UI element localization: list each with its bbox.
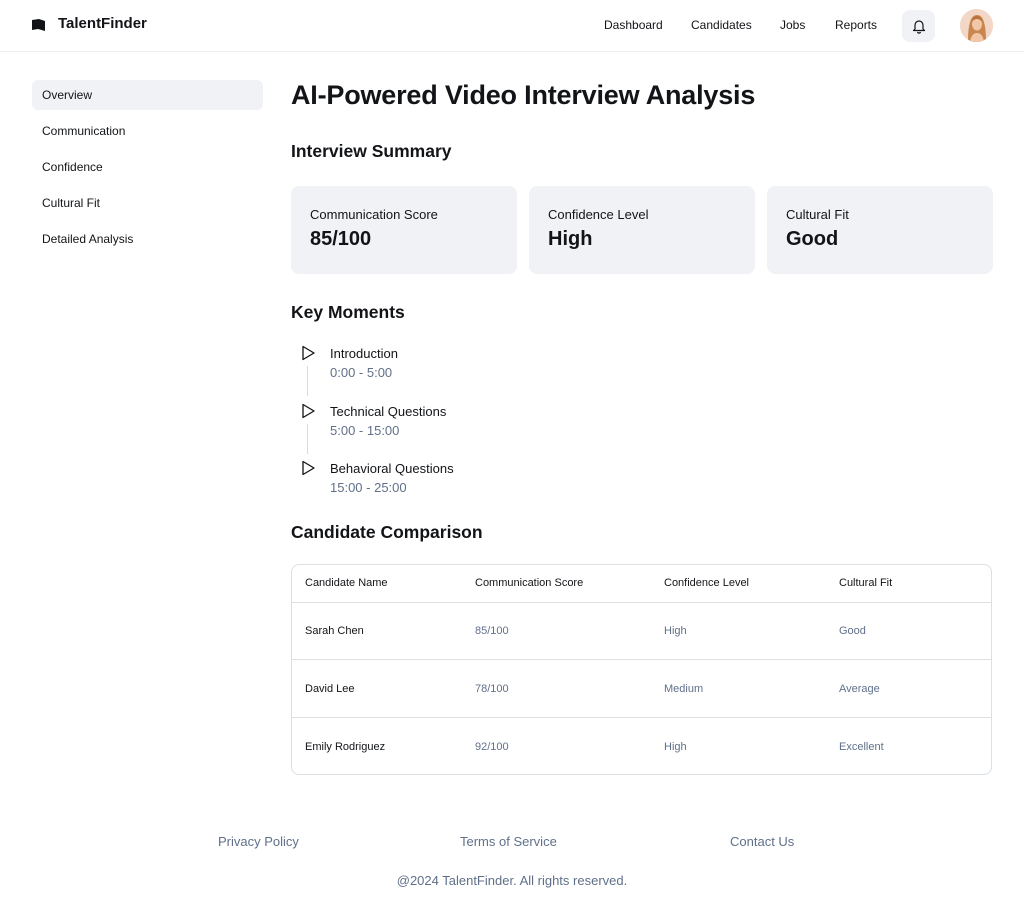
card-value: High	[548, 228, 593, 250]
moment-title[interactable]: Introduction	[330, 346, 398, 361]
avatar-image	[960, 9, 993, 42]
copyright-text: @2024 TalentFinder. All rights reserved.	[396, 873, 628, 888]
table-header: Candidate Name Communication Score Confi…	[292, 565, 991, 603]
notifications-button[interactable]	[902, 10, 935, 42]
cell-communication-score: 85/100	[475, 625, 509, 637]
nav-dashboard[interactable]: Dashboard	[604, 18, 663, 32]
nav-reports[interactable]: Reports	[835, 18, 877, 32]
timeline-connector	[307, 424, 308, 454]
column-header-cultural-fit: Cultural Fit	[839, 577, 893, 589]
cell-cultural-fit: Good	[839, 625, 866, 637]
bell-icon	[912, 19, 925, 34]
sidebar-item-communication[interactable]: Communication	[32, 116, 263, 146]
moment-title[interactable]: Behavioral Questions	[330, 461, 454, 476]
cell-confidence-level: High	[664, 741, 687, 753]
footer-link-contact-us[interactable]: Contact Us	[730, 834, 794, 849]
nav-jobs[interactable]: Jobs	[780, 18, 805, 32]
column-header-communication: Communication Score	[475, 577, 584, 589]
key-moments-heading: Key Moments	[291, 302, 405, 322]
card-value: 85/100	[310, 228, 372, 250]
play-icon[interactable]	[300, 403, 316, 419]
cell-candidate-name: Emily Rodriguez	[305, 741, 386, 753]
moment-time: 5:00 - 15:00	[330, 423, 400, 438]
nav-candidates[interactable]: Candidates	[691, 18, 752, 32]
cell-confidence-level: Medium	[664, 683, 704, 695]
sidebar-item-overview[interactable]: Overview	[32, 80, 263, 110]
sidebar-item-cultural-fit[interactable]: Cultural Fit	[32, 188, 263, 218]
summary-card-communication: Communication Score 85/100	[291, 186, 517, 274]
cell-confidence-level: High	[664, 625, 687, 637]
moment-time: 0:00 - 5:00	[330, 365, 393, 380]
comparison-table: Candidate Name Communication Score Confi…	[291, 564, 992, 775]
card-value: Good	[786, 228, 839, 250]
moment-time: 15:00 - 25:00	[330, 480, 407, 495]
cell-communication-score: 78/100	[475, 683, 509, 695]
footer-link-terms-of-service[interactable]: Terms of Service	[460, 834, 557, 849]
cell-communication-score: 92/100	[475, 741, 509, 753]
logo-icon	[32, 19, 45, 31]
brand-name[interactable]: TalentFinder	[58, 15, 147, 32]
sidebar-item-confidence[interactable]: Confidence	[32, 152, 263, 182]
table-row[interactable]: David Lee 78/100 Medium Average	[292, 661, 991, 718]
play-icon[interactable]	[300, 345, 316, 361]
card-label: Communication Score	[310, 207, 438, 222]
page-title: AI-Powered Video Interview Analysis	[291, 80, 756, 110]
top-header: TalentFinder Dashboard Candidates Jobs R…	[0, 0, 1024, 52]
column-header-confidence: Confidence Level	[664, 577, 750, 589]
cell-candidate-name: David Lee	[305, 683, 355, 695]
sidebar-item-detailed-analysis[interactable]: Detailed Analysis	[32, 224, 263, 254]
user-avatar[interactable]	[960, 9, 993, 42]
moment-title[interactable]: Technical Questions	[330, 404, 446, 419]
table-row[interactable]: Sarah Chen 85/100 High Good	[292, 603, 991, 660]
cell-cultural-fit: Average	[839, 683, 880, 695]
summary-card-confidence: Confidence Level High	[529, 186, 755, 274]
card-label: Cultural Fit	[786, 207, 849, 222]
table-row[interactable]: Emily Rodriguez 92/100 High Excellent	[292, 719, 991, 774]
column-header-name: Candidate Name	[305, 577, 388, 589]
interview-summary-heading: Interview Summary	[291, 141, 452, 161]
timeline-connector	[307, 366, 308, 396]
card-label: Confidence Level	[548, 207, 649, 222]
cell-candidate-name: Sarah Chen	[305, 625, 364, 637]
summary-card-cultural-fit: Cultural Fit Good	[767, 186, 993, 274]
footer-link-privacy-policy[interactable]: Privacy Policy	[218, 834, 299, 849]
cell-cultural-fit: Excellent	[839, 741, 884, 753]
candidate-comparison-heading: Candidate Comparison	[291, 522, 483, 542]
play-icon[interactable]	[300, 460, 316, 476]
